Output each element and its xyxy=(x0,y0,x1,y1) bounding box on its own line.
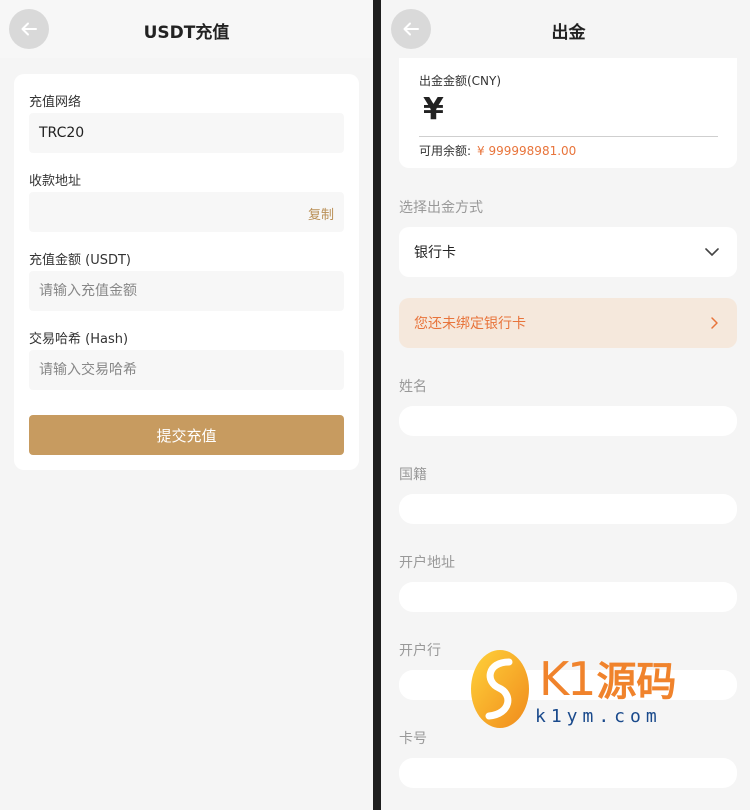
name-label: 姓名 xyxy=(399,379,427,395)
amount-field[interactable] xyxy=(29,271,344,311)
page-title: USDT充值 xyxy=(143,23,230,43)
usdt-recharge-panel: USDT充值 充值网络 TRC20 收款地址 复制 充值金额 (USDT) 交易… xyxy=(0,0,373,810)
name-input[interactable] xyxy=(399,406,737,436)
balance-label: 可用余额: xyxy=(419,144,472,158)
bind-bank-card-notice[interactable]: 您还未绑定银行卡 xyxy=(399,298,737,348)
withdraw-method-select[interactable]: 银行卡 xyxy=(399,227,737,277)
address-label: 收款地址 xyxy=(29,174,82,189)
withdraw-amount-card: 出金金额(CNY) ¥ 可用余额: ¥ 999998981.00 xyxy=(399,58,737,168)
bank-address-input-field[interactable] xyxy=(399,582,737,612)
nationality-input[interactable] xyxy=(399,494,737,524)
submit-recharge-button[interactable]: 提交充值 xyxy=(29,415,344,455)
watermark-url: k1ym.com xyxy=(535,706,662,727)
bank-address-input[interactable] xyxy=(399,582,737,612)
network-field[interactable]: TRC20 xyxy=(29,113,344,153)
card-number-input[interactable] xyxy=(399,758,737,788)
card-number-label: 卡号 xyxy=(399,731,427,747)
method-label: 选择出金方式 xyxy=(399,200,483,216)
bank-name-label: 开户行 xyxy=(399,643,441,659)
currency-symbol[interactable]: ¥ xyxy=(423,92,444,127)
nationality-input-field[interactable] xyxy=(399,494,737,524)
hash-field[interactable] xyxy=(29,350,344,390)
brand-cn: 源码 xyxy=(596,659,677,705)
address-field[interactable]: 复制 xyxy=(29,192,344,232)
app-root: USDT充值 充值网络 TRC20 收款地址 复制 充值金额 (USDT) 交易… xyxy=(0,0,750,810)
panel-divider xyxy=(373,0,381,810)
card-number-input-field[interactable] xyxy=(399,758,737,788)
brand-latin: K1 xyxy=(539,652,596,706)
amount-input[interactable] xyxy=(39,283,334,299)
recharge-form-card: 充值网络 TRC20 收款地址 复制 充值金额 (USDT) 交易哈希 (Has… xyxy=(14,74,359,470)
name-input-field[interactable] xyxy=(399,406,737,436)
balance-value: ¥ 999998981.00 xyxy=(477,144,577,158)
method-value: 银行卡 xyxy=(414,245,456,261)
watermark-brand: K1 源码 xyxy=(539,648,676,702)
watermark: K1 源码 k1ym.com xyxy=(469,648,684,734)
copy-button[interactable]: 复制 xyxy=(308,204,334,223)
balance-row: 可用余额: ¥ 999998981.00 xyxy=(419,142,576,159)
amount-label: 充值金额 (USDT) xyxy=(29,253,131,268)
bank-address-label: 开户地址 xyxy=(399,555,455,571)
network-value: TRC20 xyxy=(39,125,85,141)
page-title: 出金 xyxy=(551,23,586,43)
chevron-down-icon xyxy=(705,248,719,256)
chevron-right-icon xyxy=(711,317,718,329)
amount-underline xyxy=(419,136,718,137)
hash-input[interactable] xyxy=(39,362,334,378)
notice-text: 您还未绑定银行卡 xyxy=(414,316,526,332)
nationality-label: 国籍 xyxy=(399,467,427,483)
withdraw-amount-label: 出金金额(CNY) xyxy=(419,74,502,88)
header: 出金 xyxy=(381,0,750,58)
hash-label: 交易哈希 (Hash) xyxy=(29,332,129,347)
header: USDT充值 xyxy=(0,0,373,58)
k1-logo-icon xyxy=(471,650,529,728)
network-label: 充值网络 xyxy=(29,95,82,110)
